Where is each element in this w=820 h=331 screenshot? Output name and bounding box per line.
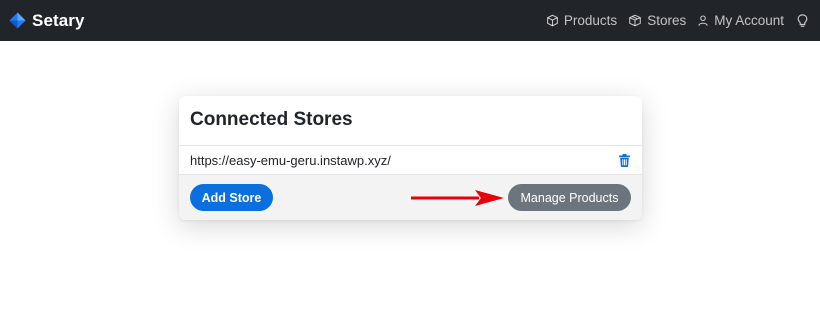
brand-name: Setary <box>32 10 85 30</box>
store-url: https://easy-emu-geru.instawp.xyz/ <box>190 152 391 168</box>
card-title: Connected Stores <box>190 109 353 130</box>
nav-my-account[interactable]: My Account <box>697 13 784 28</box>
delete-store-button[interactable] <box>619 153 630 167</box>
brand[interactable]: Setary <box>9 11 85 31</box>
boxes-icon <box>629 14 641 27</box>
card-footer: Add Store Manage Products <box>179 175 642 220</box>
nav-products-label: Products <box>563 13 618 28</box>
trash-icon <box>619 153 630 167</box>
nav-theme-toggle[interactable] <box>797 13 808 28</box>
store-row: https://easy-emu-geru.instawp.xyz/ <box>179 146 642 175</box>
setary-logo-icon <box>9 12 26 29</box>
add-store-button[interactable]: Add Store <box>190 184 273 211</box>
nav-my-account-label: My Account <box>714 13 784 28</box>
connected-stores-card: Connected Stores https://easy-emu-geru.i… <box>179 96 642 220</box>
lightbulb-icon <box>797 13 808 27</box>
top-navbar: Setary Products Stores My Account <box>0 0 820 41</box>
nav-products[interactable]: Products <box>546 13 617 28</box>
red-arrow-annotation <box>411 190 504 206</box>
nav-stores-label: Stores <box>647 13 687 28</box>
box-icon <box>547 14 558 27</box>
card-header: Connected Stores <box>179 96 642 146</box>
nav-links: Products Stores My Account <box>535 13 808 28</box>
manage-products-button[interactable]: Manage Products <box>508 184 631 211</box>
user-icon <box>698 15 708 26</box>
nav-stores[interactable]: Stores <box>628 13 686 28</box>
